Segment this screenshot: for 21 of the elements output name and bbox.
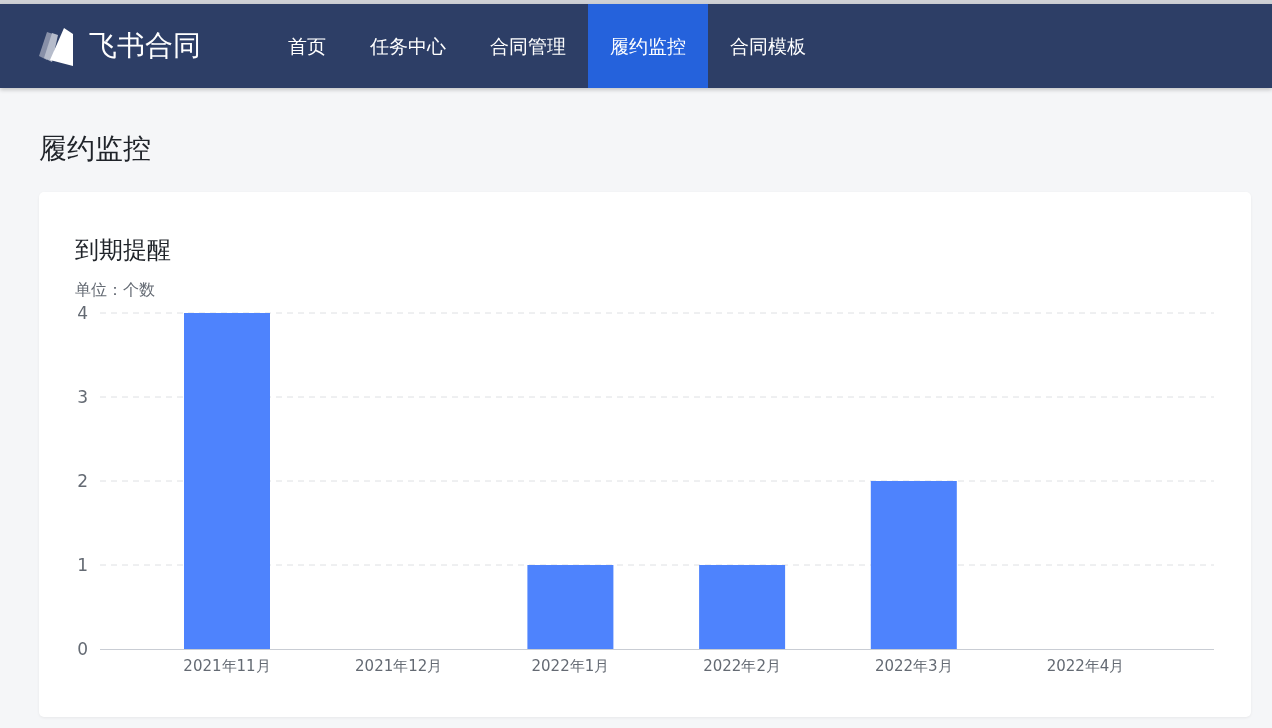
card-title: 到期提醒 bbox=[74, 235, 172, 266]
x-tick-label: 2022年1月 bbox=[531, 657, 610, 675]
nav-tab[interactable]: 履约监控 bbox=[588, 4, 708, 88]
y-tick-label: 0 bbox=[77, 639, 88, 659]
unit-label: 单位：个数 bbox=[74, 279, 156, 300]
nav-tab[interactable]: 任务中心 bbox=[348, 4, 468, 88]
x-tick-label: 2022年4月 bbox=[1046, 657, 1125, 675]
x-tick-label: 2021年11月 bbox=[183, 657, 271, 675]
x-tick-label: 2022年2月 bbox=[703, 657, 781, 675]
y-tick-label: 1 bbox=[77, 555, 88, 575]
x-tick-label: 2021年12月 bbox=[355, 657, 443, 675]
y-tick-label: 2 bbox=[77, 471, 88, 491]
x-tick-label: 2022年3月 bbox=[874, 657, 953, 675]
y-tick-label: 3 bbox=[77, 387, 88, 407]
nav-tab[interactable]: 首页 bbox=[266, 4, 348, 88]
y-tick-label: 4 bbox=[77, 304, 88, 323]
app-name: 飞书合同 bbox=[89, 28, 201, 64]
nav-tab[interactable]: 合同管理 bbox=[468, 4, 588, 88]
page-title: 履约监控 bbox=[39, 131, 152, 167]
book-logo-icon bbox=[37, 26, 75, 66]
nav-tab[interactable]: 合同模板 bbox=[708, 4, 828, 88]
